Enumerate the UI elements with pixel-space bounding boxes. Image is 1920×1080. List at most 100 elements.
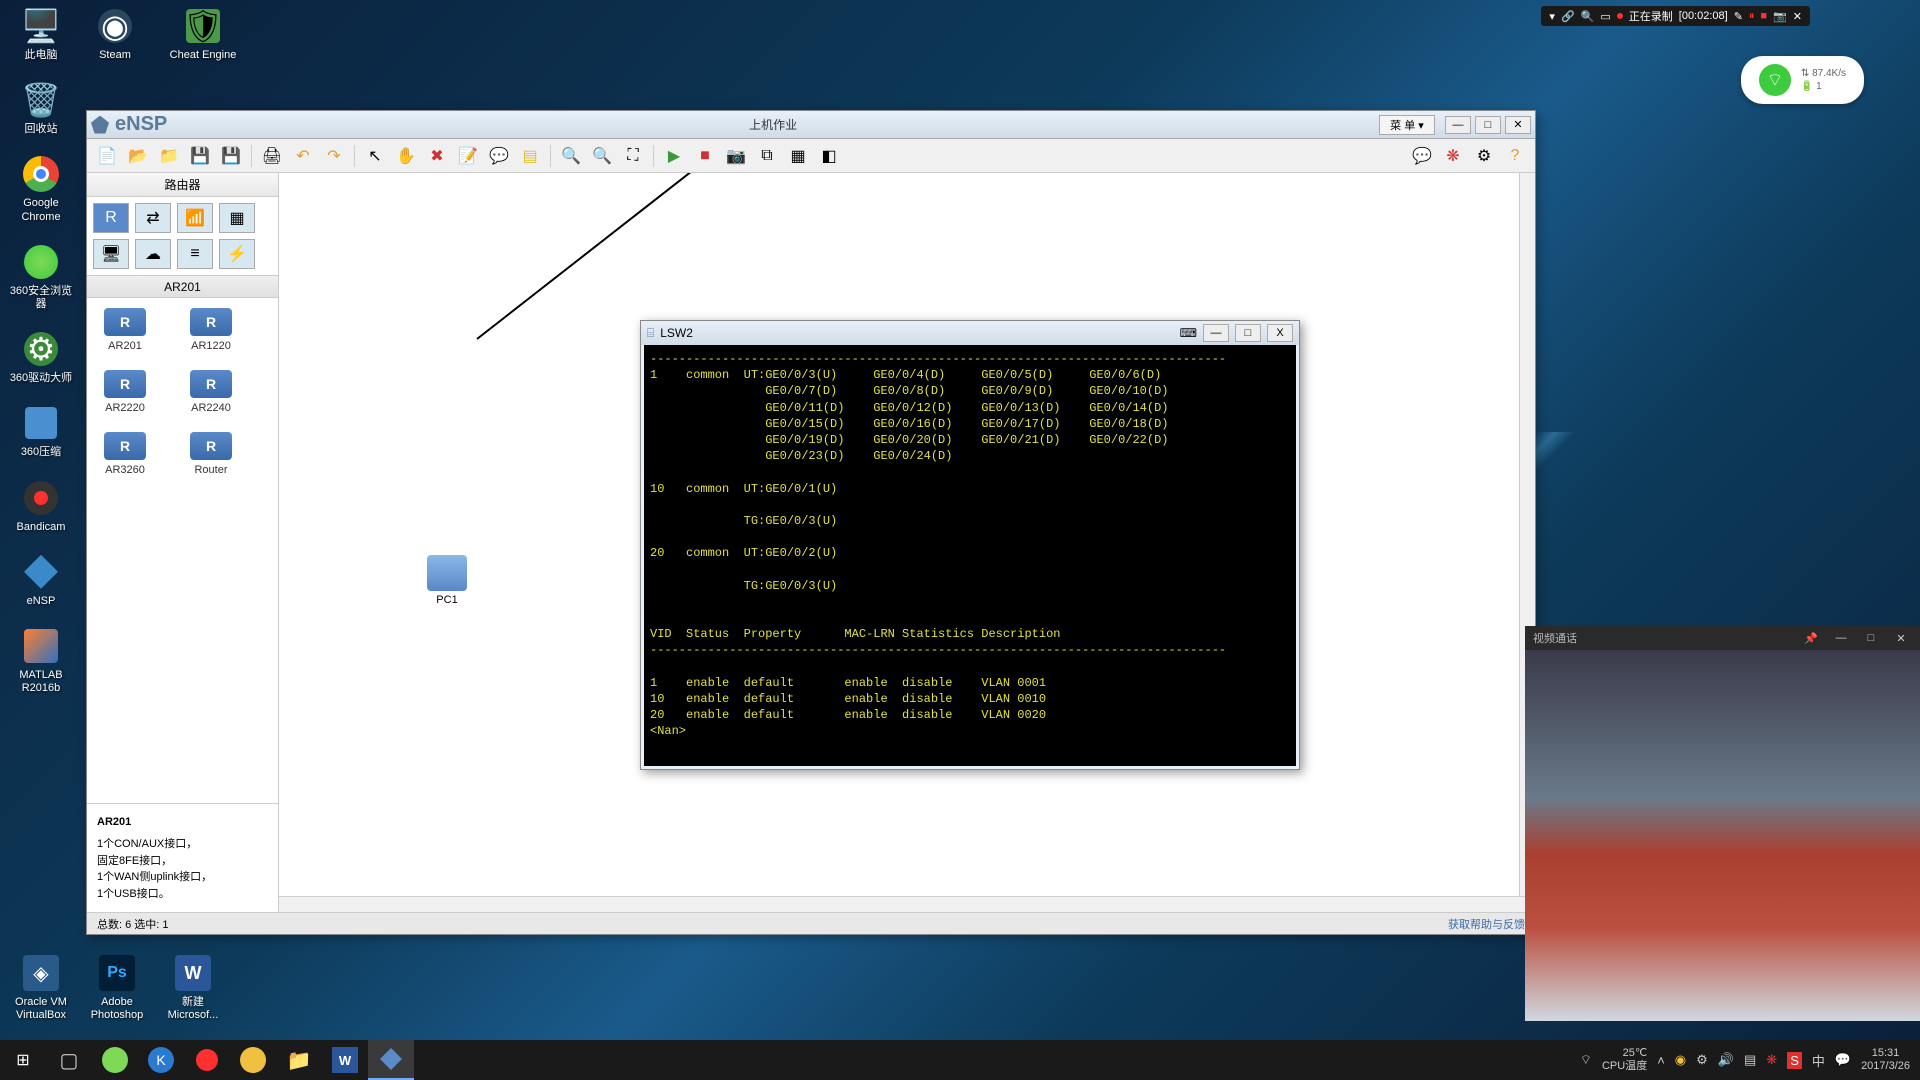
tray-icon-3[interactable]: ▤ [1744, 1052, 1756, 1068]
device-ar2220[interactable]: RAR2220 [97, 370, 153, 414]
topology-node-pc1[interactable]: PC1 [427, 555, 467, 606]
stop-icon[interactable]: ■ [691, 143, 719, 169]
webcam-close-button[interactable]: ✕ [1890, 632, 1912, 645]
desktop-icon-photoshop[interactable]: PsAdobe Photoshop [82, 953, 152, 1022]
tray-icon-2[interactable]: ⚙ [1696, 1052, 1708, 1068]
network-widget[interactable]: ⌔ ⇅ 87.4K/s 🔋 1 [1741, 56, 1864, 104]
topology-icon[interactable]: ⧉ [753, 143, 781, 169]
firewall-category-icon[interactable]: ▦ [219, 203, 255, 233]
terminal-maximize-button[interactable]: □ [1235, 324, 1261, 342]
taskbar-item-chat[interactable] [230, 1040, 276, 1080]
zoom-in-icon[interactable]: 🔍 [557, 143, 585, 169]
webcam-header[interactable]: 视频通话 📌 — □ ✕ [1525, 626, 1920, 650]
note-icon[interactable]: 📝 [454, 143, 482, 169]
device-router[interactable]: RRouter [183, 432, 239, 476]
wifi-tray-icon[interactable]: ⌔ [1580, 1052, 1592, 1068]
minimize-button[interactable]: — [1445, 116, 1471, 134]
zoom-fit-icon[interactable]: ⛶ [619, 143, 647, 169]
hand-icon[interactable]: ✋ [392, 143, 420, 169]
close-button[interactable]: ✕ [1505, 116, 1531, 134]
taskbar-item-ku[interactable]: K [138, 1040, 184, 1080]
taskbar-clock[interactable]: 15:31 2017/3/26 [1861, 1047, 1910, 1073]
text-icon[interactable]: 💬 [485, 143, 513, 169]
pencil-icon[interactable]: ✎ [1734, 10, 1743, 23]
desktop-icon-word[interactable]: W新建 Microsof... [158, 953, 228, 1022]
help-icon[interactable]: ? [1501, 143, 1529, 169]
terminal-titlebar[interactable]: ⌸ LSW2 ⌨ — □ X [641, 321, 1299, 345]
desktop-icon-virtualbox[interactable]: ◈Oracle VM VirtualBox [6, 953, 76, 1022]
device-ar1220[interactable]: RAR1220 [183, 308, 239, 352]
start-button[interactable]: ⊞ [0, 1040, 46, 1080]
task-view-button[interactable]: ▢ [46, 1040, 92, 1080]
open-icon[interactable]: 📂 [124, 143, 152, 169]
pin-icon[interactable]: 📌 [1800, 632, 1822, 645]
connection-category-icon[interactable]: ≡ [177, 239, 213, 269]
cpu-temp-widget[interactable]: 25℃ CPU温度 [1602, 1047, 1647, 1073]
taskbar-item-360[interactable] [92, 1040, 138, 1080]
cloud-category-icon[interactable]: ☁ [135, 239, 171, 269]
print-icon[interactable]: 🖨 [258, 143, 286, 169]
device-ar201[interactable]: RAR201 [97, 308, 153, 352]
desktop-icon-matlab[interactable]: MATLAB R2016b [6, 626, 76, 695]
play-icon[interactable]: ▶ [660, 143, 688, 169]
switch-category-icon[interactable]: ⇄ [135, 203, 171, 233]
ime-icon[interactable]: S [1787, 1052, 1802, 1069]
undo-icon[interactable]: ↶ [289, 143, 317, 169]
screenshot-icon[interactable]: ◧ [815, 143, 843, 169]
terminal-output[interactable]: ----------------------------------------… [644, 345, 1296, 766]
desktop-icon-360browser[interactable]: 360安全浏览器 [6, 242, 76, 311]
custom-category-icon[interactable]: ⚡ [219, 239, 255, 269]
taskbar-item-explorer[interactable]: 📁 [276, 1040, 322, 1080]
close-icon[interactable]: ✕ [1793, 10, 1802, 23]
desktop-icon-this-pc[interactable]: 🖥️此电脑 [6, 6, 76, 62]
webcam-minimize-button[interactable]: — [1830, 632, 1852, 644]
zoom-out-icon[interactable]: 🔍 [588, 143, 616, 169]
settings-icon[interactable]: ⚙ [1470, 143, 1498, 169]
ime-lang-icon[interactable]: 中 [1812, 1051, 1825, 1070]
save-as-icon[interactable]: 💾 [217, 143, 245, 169]
webcam-maximize-button[interactable]: □ [1860, 632, 1882, 644]
pc-category-icon[interactable]: 🖥 [93, 239, 129, 269]
desktop-icon-360zip[interactable]: 360压缩 [6, 403, 76, 459]
chevron-up-icon[interactable]: ˄ [1657, 1053, 1665, 1068]
pause-icon[interactable]: ⏸ [1749, 10, 1755, 23]
topology-link[interactable] [476, 173, 729, 340]
terminal-close-button[interactable]: X [1267, 324, 1293, 342]
taskbar-item-word[interactable]: W [322, 1040, 368, 1080]
new-icon[interactable]: 📄 [93, 143, 121, 169]
desktop-icon-360driver[interactable]: ⚙360驱动大师 [6, 329, 76, 385]
link-icon[interactable]: 🔗 [1561, 10, 1575, 23]
tray-icon-1[interactable]: ◉ [1675, 1052, 1686, 1068]
router-category-icon[interactable]: R [93, 203, 129, 233]
desktop-icon-bandicam[interactable]: Bandicam [6, 478, 76, 534]
desktop-icon-steam[interactable]: ◉Steam [80, 6, 150, 62]
chat-icon[interactable]: 💬 [1408, 143, 1436, 169]
delete-icon[interactable]: ✖ [423, 143, 451, 169]
palette-icon[interactable]: ▤ [516, 143, 544, 169]
grid-icon[interactable]: ▦ [784, 143, 812, 169]
device-ar2240[interactable]: RAR2240 [183, 370, 239, 414]
recording-bar[interactable]: ▾ 🔗 🔍 ▭ 正在录制 [00:02:08] ✎ ⏸ ■ 📷 ✕ [1541, 6, 1810, 26]
redo-icon[interactable]: ↷ [320, 143, 348, 169]
menu-button[interactable]: 菜 单 ▾ [1379, 115, 1435, 135]
desktop-icon-ensp[interactable]: eNSP [6, 552, 76, 608]
capture-icon[interactable]: 📷 [722, 143, 750, 169]
camera-icon[interactable]: 📷 [1773, 10, 1787, 23]
status-help-link[interactable]: 获取帮助与反馈 [1448, 916, 1525, 932]
huawei-icon[interactable]: ❋ [1439, 143, 1467, 169]
search-icon[interactable]: 🔍 [1581, 10, 1595, 23]
folder-icon[interactable]: 📁 [155, 143, 183, 169]
wlan-category-icon[interactable]: 📶 [177, 203, 213, 233]
taskbar-item-ensp[interactable] [368, 1040, 414, 1080]
rect-icon[interactable]: ▭ [1600, 10, 1610, 23]
pointer-icon[interactable]: ↖ [361, 143, 389, 169]
desktop-icon-cheatengine[interactable]: 🛡Cheat Engine [168, 6, 238, 62]
device-ar3260[interactable]: RAR3260 [97, 432, 153, 476]
action-center-icon[interactable]: 💬 [1835, 1052, 1851, 1068]
keyboard-icon[interactable]: ⌨ [1180, 326, 1197, 340]
taskbar-item-record[interactable] [184, 1040, 230, 1080]
tray-icon-4[interactable]: ❋ [1766, 1052, 1777, 1068]
desktop-icon-recycle[interactable]: 🗑️回收站 [6, 80, 76, 136]
stop-icon[interactable]: ■ [1760, 10, 1767, 22]
volume-icon[interactable]: 🔊 [1718, 1052, 1734, 1068]
